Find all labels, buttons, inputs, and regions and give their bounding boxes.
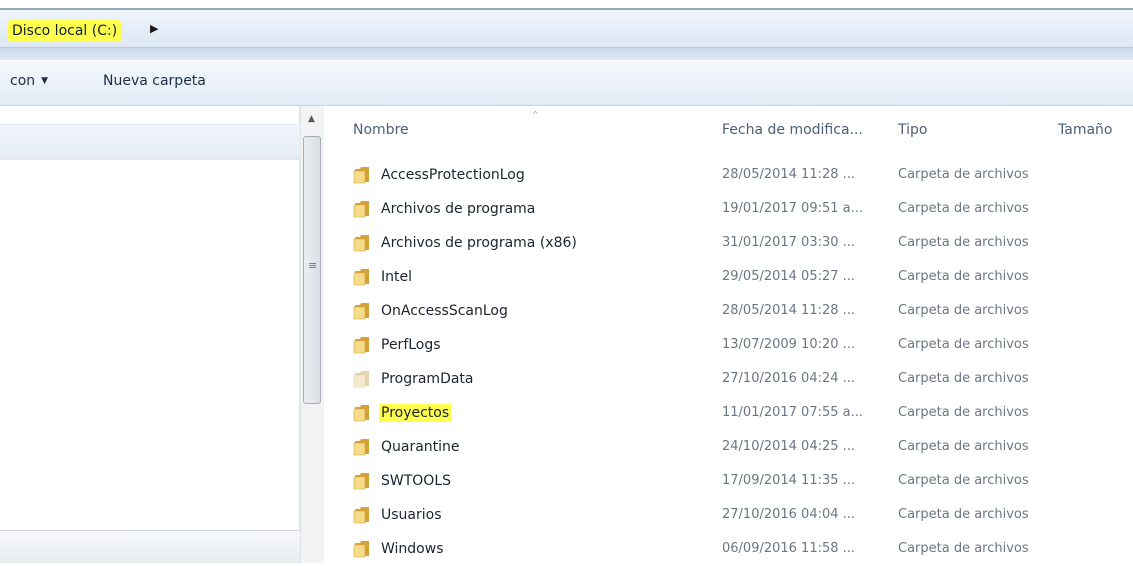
address-bar[interactable]: Disco local (C:) ▶ <box>0 8 1133 48</box>
folder-icon <box>353 166 371 184</box>
navigation-selected-item[interactable] <box>0 124 300 160</box>
file-date: 28/05/2014 11:28 ... <box>722 303 856 318</box>
folder-icon <box>353 200 371 218</box>
command-bar: con ▼ Nueva carpeta <box>0 60 1133 106</box>
navigation-pane-bottom-item[interactable] <box>0 530 300 563</box>
file-name: AccessProtectionLog <box>381 167 525 183</box>
window-top-edge <box>0 0 1133 8</box>
file-name: ProgramData <box>381 371 474 387</box>
file-name: Intel <box>381 269 412 285</box>
new-folder-button[interactable]: Nueva carpeta <box>103 73 206 89</box>
file-row[interactable]: Usuarios 27/10/2016 04:04 ... Carpeta de a… <box>325 498 1133 532</box>
column-header-date[interactable]: Fecha de modifica... <box>722 122 863 138</box>
address-toolbar-divider <box>0 48 1133 60</box>
file-type: Carpeta de archivos <box>898 303 1029 318</box>
folder-icon <box>353 472 371 490</box>
scrollbar-grip-icon: ≡ <box>308 259 318 272</box>
folder-icon <box>353 234 371 252</box>
sort-ascending-icon: ^ <box>532 110 539 119</box>
file-date: 27/10/2016 04:24 ... <box>722 371 856 386</box>
folder-icon <box>353 438 371 456</box>
organize-button[interactable]: con ▼ <box>10 73 48 89</box>
file-row[interactable]: PerfLogs 13/07/2009 10:20 ... Carpeta de a… <box>325 328 1133 362</box>
file-row[interactable]: Quarantine 24/10/2014 04:25 ... Carpeta de… <box>325 430 1133 464</box>
navigation-pane <box>0 106 300 563</box>
column-header-type[interactable]: Tipo <box>898 122 927 138</box>
column-header-name[interactable]: Nombre <box>353 122 409 138</box>
file-name: OnAccessScanLog <box>381 303 508 319</box>
folder-icon <box>353 404 371 422</box>
file-date: 29/05/2014 05:27 ... <box>722 269 856 284</box>
scroll-up-arrow-icon[interactable]: ▲ <box>308 114 315 124</box>
file-row[interactable]: Windows 06/09/2016 11:58 ... Carpeta de ar… <box>325 532 1133 566</box>
folder-icon <box>353 506 371 524</box>
file-type: Carpeta de archivos <box>898 405 1029 420</box>
file-date: 24/10/2014 04:25 ... <box>722 439 856 454</box>
file-date: 31/01/2017 03:30 ... <box>722 235 856 250</box>
folder-icon <box>353 540 371 558</box>
file-row[interactable]: OnAccessScanLog 28/05/2014 11:28 ... Carpe… <box>325 294 1133 328</box>
file-type: Carpeta de archivos <box>898 235 1029 250</box>
file-name: SWTOOLS <box>381 473 452 489</box>
file-name: Usuarios <box>381 507 442 523</box>
file-type: Carpeta de archivos <box>898 269 1029 284</box>
breadcrumb-chevron-icon[interactable]: ▶ <box>150 22 158 35</box>
organize-label: con <box>10 73 36 89</box>
file-row[interactable]: Archivos de programa (x86) 31/01/2017 03:… <box>325 226 1133 260</box>
file-date: 11/01/2017 07:55 a... <box>722 405 864 420</box>
file-row[interactable]: Proyectos 11/01/2017 07:55 a... Carpeta de… <box>325 396 1133 430</box>
folder-icon <box>353 336 371 354</box>
file-row[interactable]: AccessProtectionLog 28/05/2014 11:28 ... C… <box>325 158 1133 192</box>
file-name: Archivos de programa <box>381 201 536 217</box>
file-type: Carpeta de archivos <box>898 439 1029 454</box>
file-row[interactable]: Intel 29/05/2014 05:27 ... Carpeta de arch… <box>325 260 1133 294</box>
file-name: Proyectos <box>379 404 452 422</box>
file-type: Carpeta de archivos <box>898 541 1029 556</box>
file-row[interactable]: ProgramData 27/10/2016 04:24 ... Carpeta d… <box>325 362 1133 396</box>
file-date: 19/01/2017 09:51 a... <box>722 201 864 216</box>
folder-icon <box>353 268 371 286</box>
file-date: 06/09/2016 11:58 ... <box>722 541 856 556</box>
file-type: Carpeta de archivos <box>898 201 1029 216</box>
column-header-size[interactable]: Tamaño <box>1058 122 1112 138</box>
folder-icon <box>353 302 371 320</box>
file-type: Carpeta de archivos <box>898 167 1029 182</box>
file-name: Quarantine <box>381 439 460 455</box>
file-row[interactable]: Archivos de programa 19/01/2017 09:51 a..… <box>325 192 1133 226</box>
file-type: Carpeta de archivos <box>898 507 1029 522</box>
file-type: Carpeta de archivos <box>898 337 1029 352</box>
file-type: Carpeta de archivos <box>898 371 1029 386</box>
navigation-scrollbar[interactable]: ▲ ≡ <box>300 106 324 563</box>
file-name: Archivos de programa (x86) <box>381 235 577 251</box>
file-name: PerfLogs <box>381 337 441 353</box>
scrollbar-thumb[interactable]: ≡ <box>303 136 321 404</box>
folder-hidden-icon <box>353 370 371 388</box>
file-date: 17/09/2014 11:35 ... <box>722 473 856 488</box>
dropdown-caret-icon: ▼ <box>41 76 49 86</box>
breadcrumb-local-disk[interactable]: Disco local (C:) <box>8 20 122 42</box>
file-name: Windows <box>381 541 444 557</box>
file-date: 13/07/2009 10:20 ... <box>722 337 856 352</box>
file-date: 27/10/2016 04:04 ... <box>722 507 856 522</box>
file-date: 28/05/2014 11:28 ... <box>722 167 856 182</box>
file-type: Carpeta de archivos <box>898 473 1029 488</box>
file-row[interactable]: SWTOOLS 17/09/2014 11:35 ... Carpeta de ar… <box>325 464 1133 498</box>
